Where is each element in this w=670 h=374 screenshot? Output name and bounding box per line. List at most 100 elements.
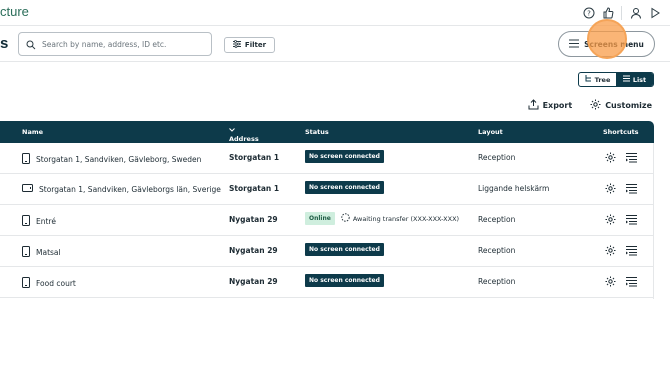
- landscape-screen-icon: [22, 184, 33, 194]
- playlist-icon[interactable]: [626, 245, 637, 258]
- thumbs-up-icon[interactable]: [600, 5, 615, 20]
- row-layout: Reception: [478, 277, 516, 286]
- user-icon[interactable]: [628, 5, 643, 20]
- row-status-cell: No screen connected: [305, 274, 384, 287]
- hamburger-icon: [569, 39, 580, 50]
- export-button[interactable]: Export: [528, 99, 573, 112]
- status-badge: No screen connected: [305, 243, 384, 256]
- awaiting-transfer-text: Awaiting transfer (XXX-XXX-XXX): [352, 214, 460, 223]
- row-layout: Reception: [478, 246, 516, 255]
- row-name: Storgatan 1, Sandviken, Gävleborgs län, …: [39, 184, 221, 194]
- row-name-cell[interactable]: Food court: [22, 277, 76, 290]
- row-name-cell[interactable]: Storgatan 1, Sandviken, Gävleborgs län, …: [22, 184, 221, 194]
- export-icon: [528, 99, 539, 112]
- row-layout: Reception: [478, 215, 516, 224]
- play-icon[interactable]: [647, 5, 662, 20]
- status-badge: Online: [305, 212, 335, 225]
- row-shortcuts: [605, 245, 637, 258]
- help-icon[interactable]: ?: [581, 5, 596, 20]
- row-address: Nygatan 29: [229, 215, 278, 224]
- search-icon: [26, 35, 36, 54]
- screens-menu-button[interactable]: Screens menu: [558, 31, 655, 57]
- row-address: Nygatan 29: [229, 246, 278, 255]
- portrait-screen-icon: [22, 277, 30, 290]
- toolbar: s Filter Screens menu: [0, 26, 670, 62]
- tree-icon: [585, 75, 592, 84]
- playlist-icon[interactable]: [626, 214, 637, 227]
- playlist-icon[interactable]: [626, 183, 637, 196]
- playlist-icon[interactable]: [626, 276, 637, 289]
- row-shortcuts: [605, 214, 637, 227]
- settings-gear-icon[interactable]: [605, 183, 616, 196]
- settings-gear-icon[interactable]: [605, 214, 616, 227]
- filter-label: Filter: [244, 41, 267, 49]
- status-badge: No screen connected: [305, 150, 384, 163]
- row-name: Matsal: [36, 248, 61, 257]
- svg-text:?: ?: [587, 9, 591, 17]
- row-name-cell[interactable]: Entré: [22, 215, 56, 228]
- table-row[interactable]: Food court Nygatan 29 No screen connecte…: [0, 267, 654, 298]
- table-row[interactable]: Entré Nygatan 29 Online Awaiting transfe…: [0, 205, 654, 236]
- chevron-down-icon: [229, 128, 235, 132]
- filter-icon: [232, 40, 241, 50]
- brand-title: cture: [0, 4, 29, 19]
- tree-view-button[interactable]: Tree: [579, 73, 616, 86]
- settings-gear-icon[interactable]: [605, 245, 616, 258]
- settings-gear-icon[interactable]: [605, 276, 616, 289]
- screens-menu-label: Screens menu: [584, 39, 644, 49]
- row-name-cell[interactable]: Matsal: [22, 246, 61, 259]
- row-name: Storgatan 1, Sandviken, Gävleborg, Swede…: [36, 155, 202, 164]
- divider: [621, 5, 622, 20]
- row-address: Nygatan 29: [229, 277, 278, 286]
- status-badge: No screen connected: [305, 274, 384, 287]
- page-title: s: [0, 35, 9, 52]
- row-address: Storgatan 1: [229, 153, 280, 162]
- awaiting-transfer: Awaiting transfer (XXX-XXX-XXX): [341, 213, 459, 224]
- row-name: Food court: [36, 279, 76, 288]
- row-status-cell: No screen connected: [305, 181, 384, 194]
- customize-label: Customize: [605, 101, 652, 110]
- status-badge: No screen connected: [305, 181, 384, 194]
- tree-view-label: Tree: [594, 75, 611, 84]
- loading-icon: [341, 213, 350, 224]
- table-body: Storgatan 1, Sandviken, Gävleborg, Swede…: [0, 143, 654, 298]
- filter-button[interactable]: Filter: [224, 37, 275, 53]
- top-icons: ?: [581, 5, 662, 20]
- row-status-cell: No screen connected: [305, 243, 384, 256]
- table-row[interactable]: Matsal Nygatan 29 No screen connected Re…: [0, 236, 654, 267]
- row-name: Entré: [36, 217, 56, 226]
- row-shortcuts: [605, 276, 637, 289]
- portrait-screen-icon: [22, 215, 30, 228]
- table-row[interactable]: Storgatan 1, Sandviken, Gävleborgs län, …: [0, 174, 654, 205]
- column-header-status[interactable]: Status: [305, 128, 329, 136]
- row-layout: Reception: [478, 153, 516, 162]
- column-header-address-label: Address: [229, 135, 259, 143]
- customize-button[interactable]: Customize: [590, 99, 652, 112]
- column-header-name[interactable]: Name: [22, 128, 43, 136]
- row-layout: Liggande helskärm: [478, 184, 550, 193]
- portrait-screen-icon: [22, 246, 30, 259]
- top-bar: cture ?: [0, 0, 670, 26]
- settings-gear-icon[interactable]: [605, 152, 616, 165]
- playlist-icon[interactable]: [626, 152, 637, 165]
- gear-icon: [590, 99, 601, 112]
- list-view-label: List: [632, 75, 647, 84]
- list-view-button[interactable]: List: [616, 73, 653, 86]
- row-shortcuts: [605, 183, 637, 196]
- list-icon: [622, 75, 630, 84]
- portrait-screen-icon: [22, 153, 30, 166]
- table-row[interactable]: Storgatan 1, Sandviken, Gävleborg, Swede…: [0, 143, 654, 174]
- row-shortcuts: [605, 152, 637, 165]
- table-header: Name Address Status Layout Shortcuts: [0, 121, 654, 143]
- table-border: [653, 143, 654, 299]
- row-address: Storgatan 1: [229, 184, 280, 193]
- row-name-cell[interactable]: Storgatan 1, Sandviken, Gävleborg, Swede…: [22, 153, 201, 166]
- table-actions: Export Customize: [528, 99, 652, 112]
- search-input[interactable]: [42, 39, 202, 49]
- screens-table: Name Address Status Layout Shortcuts Sto…: [0, 121, 654, 298]
- export-label: Export: [542, 101, 573, 110]
- search-box[interactable]: [18, 32, 212, 56]
- column-header-address[interactable]: Address: [229, 128, 259, 143]
- column-header-layout[interactable]: Layout: [478, 128, 503, 136]
- row-status-cell: Online Awaiting transfer (XXX-XXX-XXX): [305, 212, 459, 225]
